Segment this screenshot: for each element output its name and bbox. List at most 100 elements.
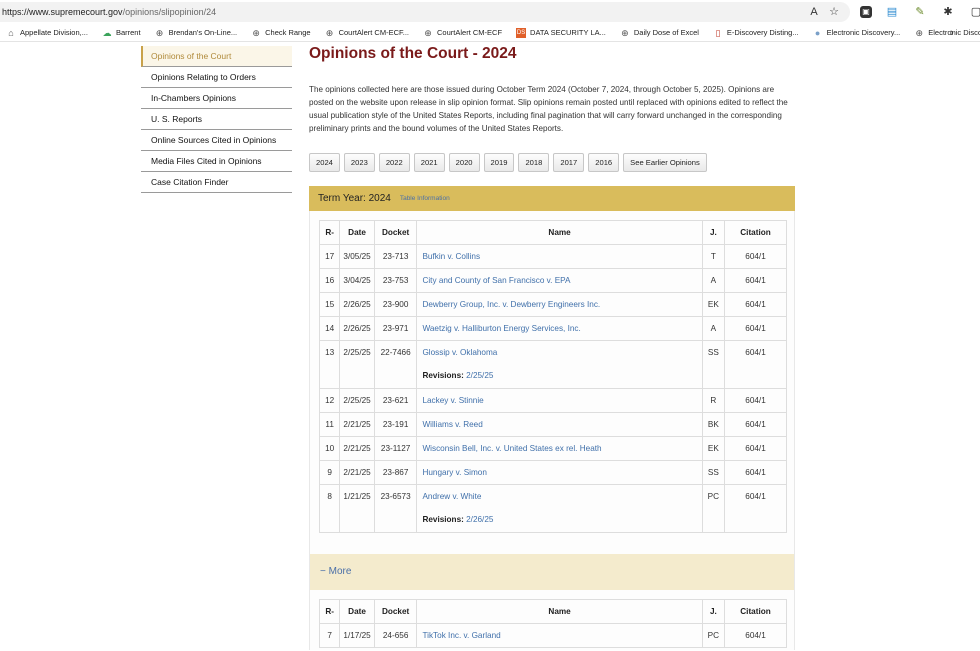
opinion-date-cell: 2/21/25 — [339, 436, 375, 461]
docket-number-cell: 23-191 — [373, 412, 418, 437]
table-row: 12 2/25/25 23-621 Lackey v. Stinnie R 604/1 — [318, 388, 787, 413]
year-button[interactable]: 2021 — [413, 153, 445, 172]
bookmark-item[interactable]: ● Electronic Discovery... — [813, 27, 901, 38]
page-title: Opinions of the Court - 2024 — [309, 45, 517, 62]
puzzle-icon[interactable]: ✱ — [940, 4, 956, 20]
column-header: R- — [318, 599, 341, 624]
citation-cell: 604/1 — [724, 436, 787, 461]
case-name-link[interactable]: Wisconsin Bell, Inc. v. United States ex… — [422, 444, 601, 453]
cloud-icon: ☁ — [102, 27, 112, 38]
row-number-cell: 9 — [318, 460, 341, 485]
table-header-row: R- Date Docket Name J. Citation — [318, 599, 787, 624]
table-information-link[interactable]: Table Information — [400, 195, 450, 202]
case-name-link[interactable]: TikTok Inc. v. Garland — [422, 631, 500, 640]
sidebar-item-case-citation-finder[interactable]: Case Citation Finder — [141, 172, 292, 193]
opinion-date-cell: 3/04/25 — [339, 268, 375, 293]
year-button[interactable]: 2016 — [588, 153, 620, 172]
case-name-cell: Williams v. Reed — [416, 412, 703, 437]
chevron-right-icon[interactable]: › — [944, 25, 960, 41]
bookmark-label: Electronic Discovery... — [826, 28, 901, 37]
year-button[interactable]: 2022 — [378, 153, 410, 172]
year-button[interactable]: 2019 — [483, 153, 515, 172]
circle-icon: ● — [814, 27, 821, 38]
opinion-date-cell: 3/05/25 — [339, 244, 375, 269]
table-row: 7 1/17/25 24-656 TikTok Inc. v. Garland PC 60… — [318, 623, 787, 648]
revision-link[interactable]: 2/25/25 — [466, 371, 493, 380]
sidebar-item-us-reports[interactable]: U. S. Reports — [141, 109, 292, 130]
row-number-cell: 10 — [318, 436, 341, 461]
case-name-cell: Hungary v. Simon — [416, 460, 703, 485]
bookmark-item[interactable]: ☁ Barrent — [102, 27, 140, 38]
case-name-link[interactable]: Williams v. Reed — [422, 420, 482, 429]
case-name-link[interactable]: Hungary v. Simon — [422, 468, 486, 477]
case-name-cell: Glossip v. Oklahoma Revisions: 2/25/25 — [416, 340, 703, 389]
case-name-link[interactable]: Lackey v. Stinnie — [422, 396, 483, 405]
row-number-cell: 14 — [318, 316, 341, 341]
bookmark-item[interactable]: ⊕ Check Range — [251, 28, 310, 38]
row-number-cell: 8 — [318, 484, 341, 533]
justice-cell: T — [701, 244, 726, 269]
more-toggle[interactable]: − More — [309, 554, 795, 590]
column-header: Citation — [724, 599, 787, 624]
citation-cell: 604/1 — [724, 268, 787, 293]
table-row: 9 2/21/25 23-867 Hungary v. Simon SS 604/1 — [318, 460, 787, 485]
justice-cell: SS — [701, 460, 726, 485]
bookmark-label: CourtAlert CM-ECF... — [338, 28, 410, 37]
extension-icon[interactable]: ▣ — [860, 6, 872, 18]
collections-icon[interactable]: ▢ — [968, 4, 980, 20]
year-button[interactable]: 2017 — [553, 153, 585, 172]
revision-link[interactable]: 2/26/25 — [466, 515, 493, 524]
save-icon[interactable]: ▤ — [884, 4, 900, 20]
case-name-link[interactable]: Dewberry Group, Inc. v. Dewberry Enginee… — [422, 300, 600, 309]
extension-icons: ▣ ▤ ✎ ✱ ▢ — [860, 4, 980, 20]
row-number-cell: 15 — [318, 292, 341, 317]
docket-number-cell: 23-971 — [373, 316, 418, 341]
table-row: 8 1/21/25 23-6573 Andrew v. White Revisions:… — [318, 484, 787, 533]
case-name-cell: Andrew v. White Revisions: 2/26/25 — [416, 484, 703, 533]
year-button[interactable]: 2018 — [518, 153, 550, 172]
case-name-link[interactable]: Andrew v. White — [422, 492, 481, 501]
bookmark-item[interactable]: ⊕ CourtAlert CM-ECF — [423, 28, 502, 38]
read-aloud-icon[interactable]: A — [806, 4, 822, 20]
justice-cell: EK — [701, 436, 726, 461]
brush-icon[interactable]: ✎ — [912, 4, 928, 20]
opinion-date-cell: 2/25/25 — [339, 388, 375, 413]
case-name-link[interactable]: City and County of San Francisco v. EPA — [422, 276, 570, 285]
sidebar-item-in-chambers-opinions[interactable]: In-Chambers Opinions — [141, 88, 292, 109]
sidebar-item-online-sources[interactable]: Online Sources Cited in Opinions — [141, 130, 292, 151]
case-name-cell: Waetzig v. Halliburton Energy Services, … — [416, 316, 703, 341]
column-header: J. — [701, 599, 726, 624]
bookmark-item[interactable]: ⊕ CourtAlert CM-ECF... — [325, 28, 409, 38]
citation-cell: 604/1 — [724, 388, 787, 413]
docket-number-cell: 23-867 — [373, 460, 418, 485]
bookmark-item[interactable]: ⌂ Appellate Division,... — [6, 28, 88, 38]
year-button[interactable]: 2023 — [343, 153, 375, 172]
row-number-cell: 13 — [318, 340, 341, 389]
bookmark-item[interactable]: ⊕ Brendan's On-Line... — [155, 28, 237, 38]
year-button[interactable]: 2024 — [309, 153, 340, 172]
bookmark-label: Daily Dose of Excel — [633, 28, 699, 37]
case-name-link[interactable]: Waetzig v. Halliburton Energy Services, … — [422, 324, 580, 333]
justice-cell: BK — [701, 412, 726, 437]
justice-cell: PC — [701, 623, 726, 648]
sidebar-item-media-files[interactable]: Media Files Cited in Opinions — [141, 151, 292, 172]
term-year-title: Term Year: 2024 — [318, 193, 391, 204]
docket-number-cell: 22-7466 — [373, 340, 418, 389]
see-earlier-opinions-button[interactable]: See Earlier Opinions — [623, 153, 707, 172]
sidebar-item-opinions-of-the-court[interactable]: Opinions of the Court — [141, 46, 292, 67]
opinion-date-cell: 2/26/25 — [339, 316, 375, 341]
opinion-date-cell: 1/21/25 — [339, 484, 375, 533]
bookmark-item[interactable]: ⊕ Daily Dose of Excel — [620, 28, 699, 38]
sidebar-item-opinions-relating-to-orders[interactable]: Opinions Relating to Orders — [141, 67, 292, 88]
citation-cell: 604/1 — [724, 316, 787, 341]
browser-toolbar: https://www.supremecourt.gov/opinions/sl… — [0, 0, 980, 24]
favorite-star-icon[interactable]: ☆ — [826, 4, 842, 20]
row-number-cell: 12 — [318, 388, 341, 413]
year-button[interactable]: 2020 — [448, 153, 480, 172]
bookmark-item[interactable]: ▯ E-Discovery Disting... — [713, 28, 798, 38]
case-name-link[interactable]: Glossip v. Oklahoma — [422, 348, 497, 357]
case-name-link[interactable]: Bufkin v. Collins — [422, 252, 480, 261]
bookmark-item[interactable]: DS DATA SECURITY LA... — [516, 27, 606, 38]
docket-number-cell: 23-6573 — [373, 484, 418, 533]
address-bar[interactable]: https://www.supremecourt.gov/opinions/sl… — [0, 2, 850, 22]
